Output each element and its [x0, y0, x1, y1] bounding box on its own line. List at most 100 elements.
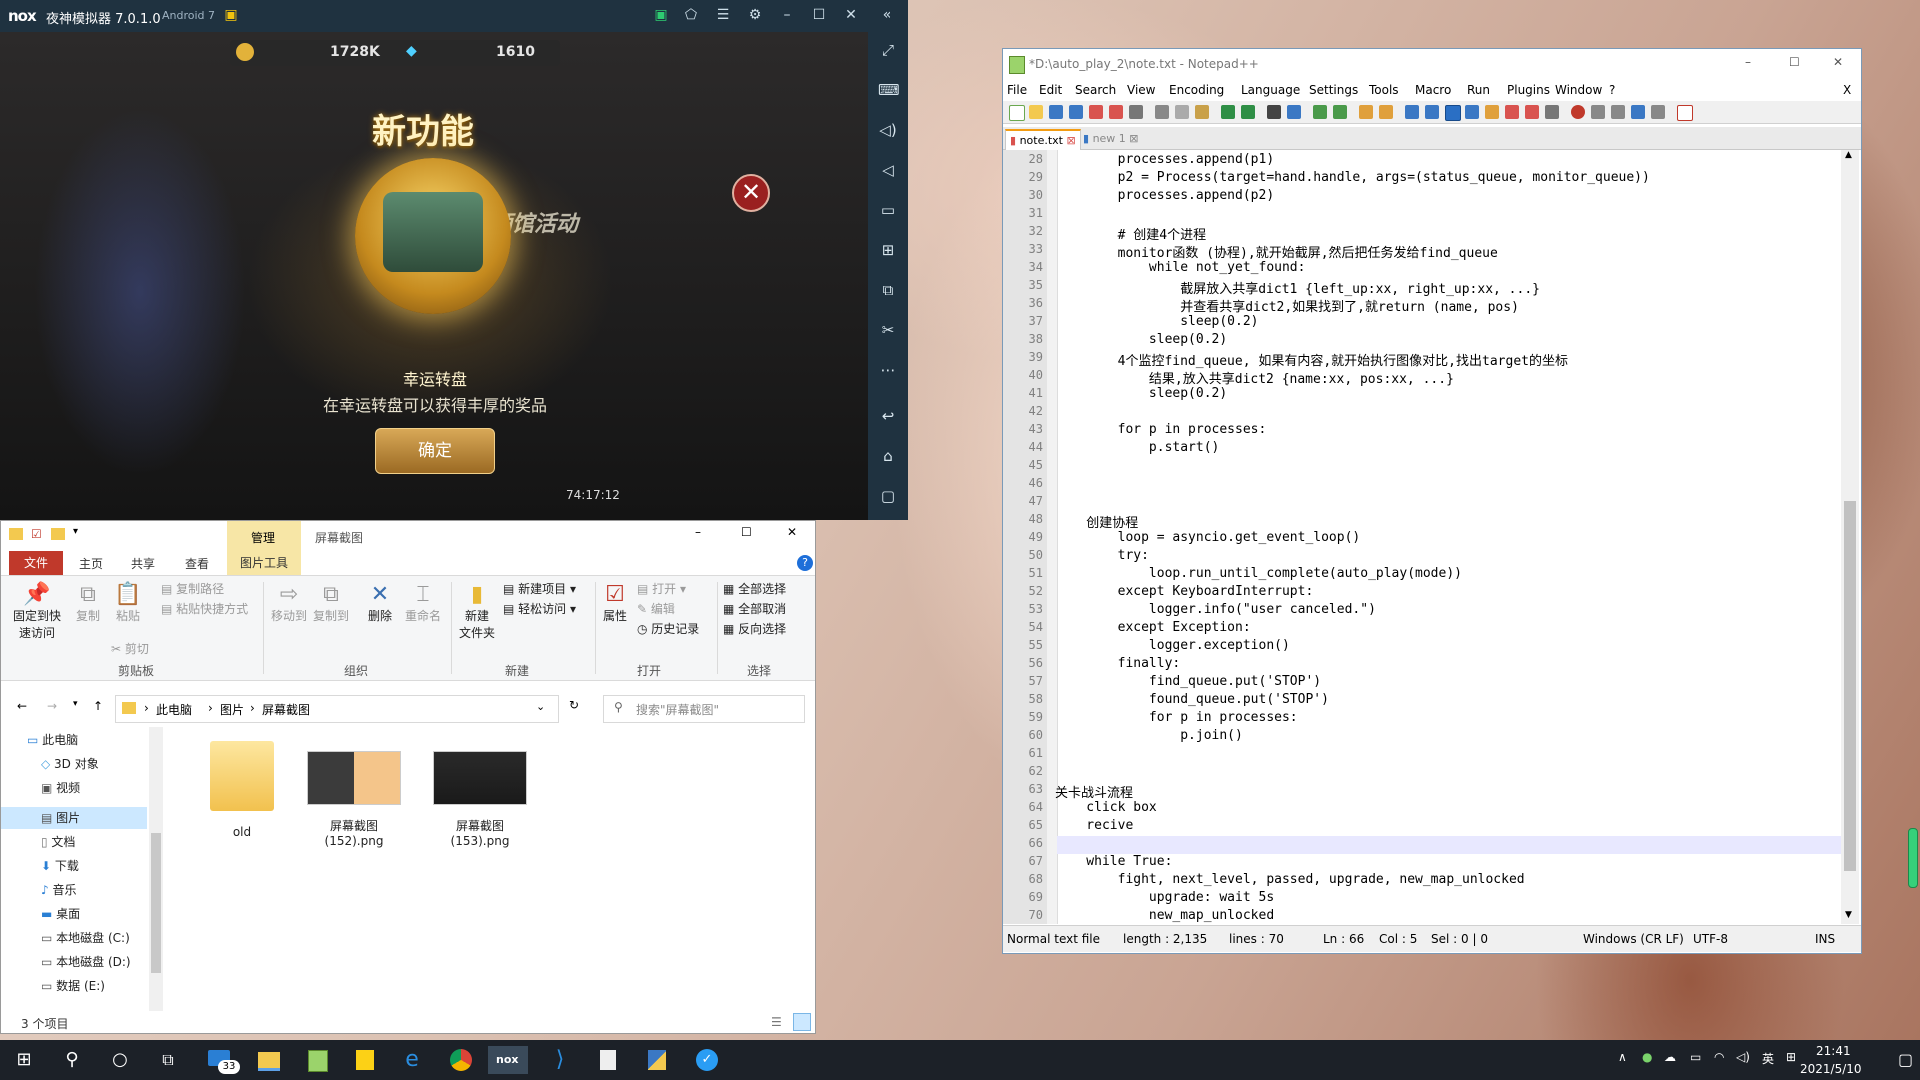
breadcrumb-screenshots[interactable]: 屏幕截图 — [262, 701, 310, 718]
code-line[interactable]: sleep(0.2) — [1055, 314, 1258, 329]
volume-down-icon[interactable]: ◁ — [878, 160, 898, 180]
menu-file[interactable]: File — [1007, 83, 1027, 97]
tray-overflow-icon[interactable]: ∧ — [1618, 1050, 1627, 1064]
code-line[interactable]: 结果,放入共享dict2 {name:xx, pos:xx, ...} — [1055, 368, 1454, 387]
find-icon[interactable] — [1267, 105, 1281, 119]
monitoring-icon[interactable] — [1545, 105, 1559, 119]
recent-apps-icon[interactable]: ▢ — [878, 486, 898, 506]
code-line[interactable]: except Exception: — [1055, 620, 1251, 635]
cut-icon[interactable] — [1155, 105, 1169, 119]
volume-icon[interactable]: ◁) — [1736, 1050, 1750, 1064]
code-line[interactable]: 并查看共享dict2,如果找到了,就return (name, pos) — [1055, 296, 1519, 315]
code-line[interactable]: processes.append(p2) — [1055, 188, 1275, 203]
file-item-image[interactable]: 屏幕截图 (152).png — [299, 741, 409, 848]
close-icon[interactable]: ✕ — [787, 525, 797, 539]
nav-this-pc[interactable]: ▭ 此电脑 — [27, 729, 78, 751]
rename-button[interactable]: ⌶ 重命名 — [403, 582, 443, 624]
code-line[interactable]: logger.info("user canceled.") — [1055, 602, 1376, 617]
new-file-icon[interactable] — [1009, 105, 1025, 121]
code-line[interactable]: find_queue.put('STOP') — [1055, 674, 1321, 689]
maximize-icon[interactable]: ☐ — [741, 525, 752, 539]
help-icon[interactable]: ? — [797, 555, 813, 571]
nav-desktop[interactable]: ▬ 桌面 — [41, 903, 80, 925]
nav-scroll-thumb[interactable] — [151, 833, 161, 973]
sticky-notes-taskbar-icon[interactable] — [344, 1046, 384, 1074]
settings-gear-icon[interactable]: ⚙ — [746, 6, 764, 24]
search-icon[interactable]: ⚲ — [52, 1046, 92, 1074]
code-line[interactable]: try: — [1055, 548, 1149, 563]
nav-drive-d[interactable]: ▭ 本地磁盘 (D:) — [41, 951, 131, 973]
close-icon[interactable]: ✕ — [1833, 55, 1843, 69]
screen-icon[interactable]: ▭ — [878, 200, 898, 220]
function-list-icon[interactable] — [1505, 105, 1519, 119]
cut-button[interactable]: ✂ 剪切 — [111, 640, 149, 657]
breadcrumb-this-pc[interactable]: 此电脑 — [156, 701, 192, 718]
delete-button[interactable]: ✕ 删除 — [363, 582, 397, 624]
ime-indicator[interactable]: 英 — [1762, 1050, 1774, 1067]
nav-3d-objects[interactable]: ◇ 3D 对象 — [41, 753, 99, 775]
properties-button[interactable]: ☑ 属性 — [599, 582, 631, 624]
code-line[interactable]: loop.run_until_complete(auto_play(mode)) — [1055, 566, 1462, 581]
minimize-icon[interactable]: – — [1745, 55, 1751, 69]
code-line[interactable]: logger.exception() — [1055, 638, 1290, 653]
code-line[interactable]: p2 = Process(target=hand.handle, args=(s… — [1055, 170, 1650, 185]
ime-mode-icon[interactable]: ⊞ — [1786, 1050, 1796, 1064]
show-all-chars-icon[interactable] — [1425, 105, 1439, 119]
address-dropdown-icon[interactable]: ⌄ — [536, 700, 545, 713]
copy-to-button[interactable]: ⧉ 复制到 — [311, 582, 351, 624]
menu-edit[interactable]: Edit — [1039, 83, 1062, 97]
tab-note-txt[interactable]: ▮ note.txt ⊠ — [1005, 129, 1081, 151]
file-item-folder[interactable]: old — [187, 741, 297, 839]
open-file-icon[interactable] — [1029, 105, 1043, 119]
spellcheck-icon[interactable] — [1677, 105, 1693, 121]
edge-browser-icon[interactable]: e — [392, 1046, 432, 1074]
zoom-in-icon[interactable] — [1313, 105, 1327, 119]
forward-arrow-icon[interactable]: → — [47, 699, 57, 713]
tab-home[interactable]: 主页 — [79, 555, 103, 572]
nav-drive-e[interactable]: ▭ 数据 (E:) — [41, 975, 105, 997]
python-taskbar-icon[interactable] — [636, 1046, 676, 1074]
new-folder-button[interactable]: ▮ 新建 文件夹 — [455, 582, 499, 641]
explorer-title-bar[interactable]: ☑ ▾ 管理 屏幕截图 – ☐ ✕ — [1, 521, 815, 551]
close-icon[interactable]: ✕ — [842, 6, 860, 24]
menu-run[interactable]: Run — [1467, 83, 1490, 97]
app-taskbar-icon[interactable]: ✓ — [686, 1046, 726, 1074]
nav-pictures[interactable]: ▤ 图片 — [41, 807, 80, 829]
sync-v-icon[interactable] — [1359, 105, 1373, 119]
confirm-button[interactable]: 确定 — [375, 428, 495, 474]
easy-access-button[interactable]: ▤ 轻松访问 ▾ — [503, 600, 576, 617]
keyboard-icon[interactable]: ⌨ — [878, 80, 900, 100]
notepadpp-window[interactable]: *D:\auto_play_2\note.txt - Notepad++ – ☐… — [1002, 48, 1862, 954]
record-macro-icon[interactable] — [1571, 105, 1585, 119]
game-screen[interactable]: 1728K ◆ 1610 酒馆活动 新功能 ✕ 幸运转盘 在幸运转盘可以获得丰厚… — [0, 32, 868, 520]
minimize-icon[interactable]: – — [695, 525, 701, 539]
play-macro-icon[interactable] — [1611, 105, 1625, 119]
sync-h-icon[interactable] — [1379, 105, 1393, 119]
move-to-button[interactable]: ⇨ 移动到 — [269, 582, 309, 624]
mail-app-icon[interactable]: 33 — [200, 1046, 240, 1074]
code-line[interactable]: for p in processes: — [1055, 710, 1298, 725]
minimize-icon[interactable]: – — [778, 6, 796, 24]
stop-macro-icon[interactable] — [1591, 105, 1605, 119]
paste-shortcut-button[interactable]: ▤ 粘贴快捷方式 — [161, 600, 248, 617]
code-line[interactable]: finally: — [1055, 656, 1181, 671]
more-icon[interactable]: ⋯ — [878, 360, 898, 380]
address-bar[interactable]: › 此电脑 › 图片 › 屏幕截图 ⌄ — [115, 695, 559, 723]
file-explorer-taskbar-icon[interactable] — [248, 1046, 288, 1074]
maximize-icon[interactable]: ☐ — [1789, 55, 1800, 69]
file-item-image[interactable]: 屏幕截图 (153).png — [425, 741, 535, 848]
scroll-up-icon[interactable]: ▲ — [1845, 150, 1852, 160]
home-icon[interactable]: ⌂ — [878, 446, 898, 466]
tab-close-icon[interactable]: ⊠ — [1129, 132, 1138, 145]
npp-title-bar[interactable]: *D:\auto_play_2\note.txt - Notepad++ – ☐… — [1003, 49, 1861, 79]
history-button[interactable]: ◷ 历史记录 — [637, 620, 699, 637]
close-document-x[interactable]: X — [1843, 83, 1851, 97]
code-line[interactable]: recive — [1055, 818, 1133, 833]
back-arrow-icon[interactable]: ← — [17, 699, 27, 713]
code-line[interactable]: loop = asyncio.get_event_loop() — [1055, 530, 1361, 545]
document-taskbar-icon[interactable] — [588, 1046, 628, 1074]
run-macro-multiple-icon[interactable] — [1631, 105, 1645, 119]
volume-up-icon[interactable]: ◁) — [878, 120, 898, 140]
tray-app-icon[interactable]: ● — [1642, 1050, 1652, 1064]
zoom-out-icon[interactable] — [1333, 105, 1347, 119]
